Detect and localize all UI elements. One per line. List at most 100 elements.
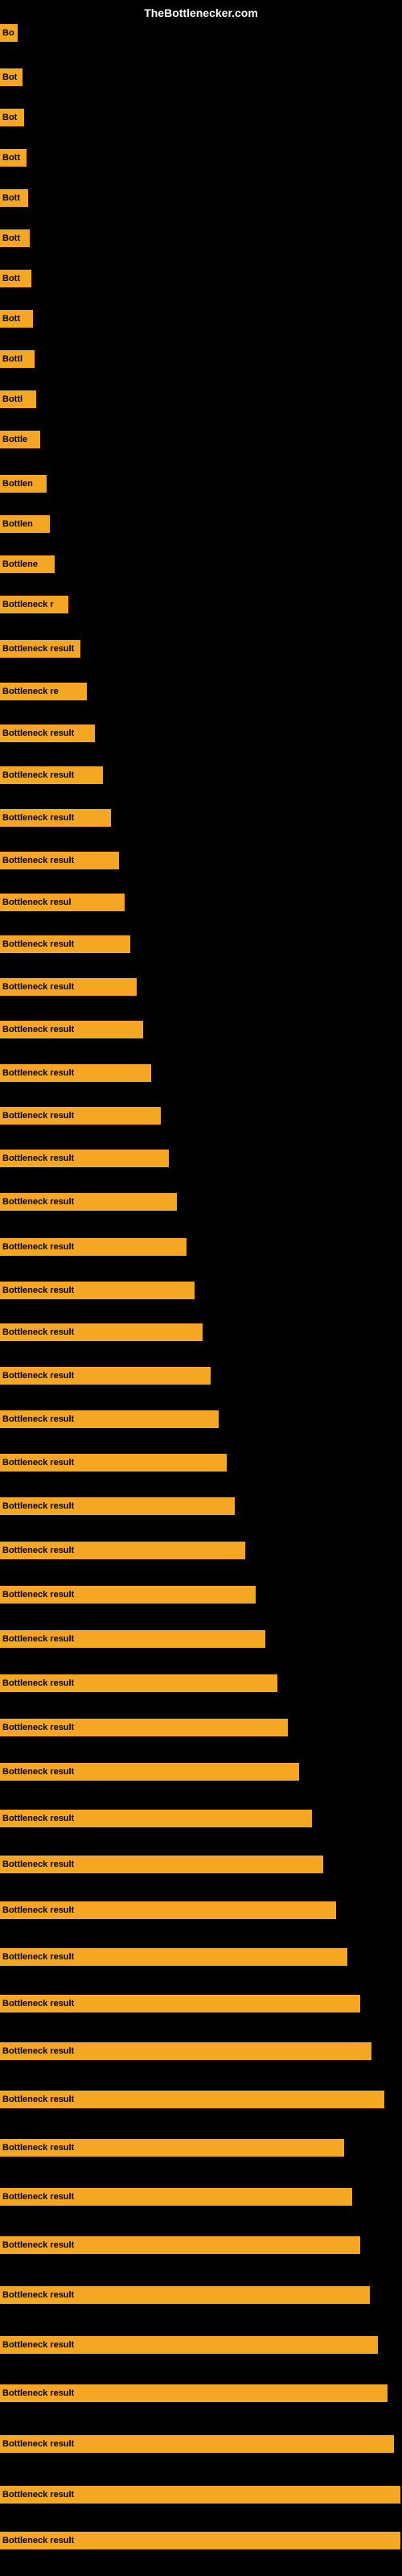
bar-item: Bottleneck result — [0, 1810, 312, 1827]
bar-item: Bottleneck result — [0, 1021, 143, 1038]
bar-item: Bottleneck result — [0, 1193, 177, 1211]
bar-item: Bottleneck result — [0, 1064, 151, 1082]
bar: Bottleneck result — [0, 1150, 169, 1167]
bar-label: Bottleneck result — [2, 729, 74, 738]
bar-label: Bottleneck result — [2, 770, 74, 780]
bar-item: Bottleneck result — [0, 1367, 211, 1385]
bar: Bottleneck result — [0, 1901, 336, 1919]
bar-label: Bottleneck result — [2, 2192, 74, 2202]
bar-label: Bottleneck resul — [2, 898, 72, 907]
bar: Bott — [0, 310, 33, 328]
bar: Bottleneck result — [0, 935, 130, 953]
bar-item: Bot — [0, 109, 24, 126]
bar-item: Bottleneck result — [0, 1282, 195, 1299]
bar-item: Bott — [0, 310, 33, 328]
bar-item: Bottleneck result — [0, 1150, 169, 1167]
bar-item: Bottleneck result — [0, 1410, 219, 1428]
bar-item: Bottlen — [0, 475, 47, 493]
bar: Bottleneck result — [0, 1810, 312, 1827]
bar-label: Bottl — [2, 394, 23, 404]
bar-item: Bott — [0, 270, 31, 287]
bar: Bottleneck result — [0, 2188, 352, 2206]
bar-item: Bottleneck result — [0, 640, 80, 658]
bar-label: Bottleneck result — [2, 1286, 74, 1295]
bar-label: Bottleneck result — [2, 1952, 74, 1962]
bar: Bottleneck result — [0, 1454, 227, 1472]
bar-item: Bottleneck result — [0, 978, 137, 996]
bar: Bottlene — [0, 555, 55, 573]
bar-item: Bottleneck resul — [0, 894, 125, 911]
bar-label: Bott — [2, 193, 20, 203]
bar-label: Bottleneck result — [2, 1814, 74, 1823]
bar-label: Bottleneck result — [2, 2490, 74, 2500]
bar-label: Bott — [2, 274, 20, 283]
bar-item: Bottleneck result — [0, 1454, 227, 1472]
bar-label: Bottleneck result — [2, 1154, 74, 1163]
bar-label: Bo — [2, 28, 14, 38]
bar: Bottleneck result — [0, 2139, 344, 2157]
bar: Bottleneck result — [0, 2042, 371, 2060]
bar-label: Bott — [2, 233, 20, 243]
bar-item: Bottleneck result — [0, 724, 95, 742]
bar: Bottlen — [0, 475, 47, 493]
bar-label: Bottleneck result — [2, 2143, 74, 2153]
bar-label: Bottleneck result — [2, 644, 74, 654]
bar: Bottleneck result — [0, 852, 119, 869]
bar: Bottleneck result — [0, 809, 111, 827]
bar-item: Bottleneck result — [0, 1674, 277, 1692]
bar-item: Bottlene — [0, 555, 55, 573]
bar-item: Bottleneck result — [0, 1995, 360, 2013]
bar-item: Bottleneck result — [0, 2486, 400, 2504]
bar-item: Bottleneck result — [0, 2435, 394, 2453]
bar-label: Bottleneck result — [2, 1197, 74, 1207]
bar-label: Bottleneck result — [2, 1767, 74, 1777]
bar-label: Bottleneck re — [2, 687, 59, 696]
bar-label: Bottleneck result — [2, 1546, 74, 1555]
bar: Bott — [0, 270, 31, 287]
bar-item: Bottleneck result — [0, 1719, 288, 1736]
bar: Bottle — [0, 431, 40, 448]
bar: Bottleneck result — [0, 1542, 245, 1559]
bar-label: Bottleneck result — [2, 1860, 74, 1869]
bar-item: Bottleneck result — [0, 2384, 388, 2402]
bar: Bottleneck result — [0, 2336, 378, 2354]
bar-label: Bottleneck result — [2, 1371, 74, 1381]
bar-item: Bott — [0, 189, 28, 207]
bar: Bottleneck result — [0, 2384, 388, 2402]
bar-label: Bottleneck result — [2, 1590, 74, 1600]
bar-label: Bottleneck result — [2, 813, 74, 823]
bar-label: Bottleneck r — [2, 600, 54, 609]
bar-item: Bottleneck result — [0, 2336, 378, 2354]
site-title: TheBottlenecker.com — [144, 6, 258, 19]
bar-label: Bottl — [2, 354, 23, 364]
bar-label: Bottleneck result — [2, 1025, 74, 1034]
bar: Bottleneck result — [0, 2286, 370, 2304]
bar: Bot — [0, 109, 24, 126]
bar-item: Bottleneck result — [0, 1630, 265, 1648]
bar: Bottleneck re — [0, 683, 87, 700]
bar-item: Bottleneck result — [0, 2042, 371, 2060]
bar: Bottleneck result — [0, 1674, 277, 1692]
bar-label: Bottleneck result — [2, 1905, 74, 1915]
bar-label: Bottleneck result — [2, 856, 74, 865]
bar-label: Bottleneck result — [2, 1678, 74, 1688]
bar: Bottl — [0, 350, 35, 368]
bar-item: Bottleneck result — [0, 1586, 256, 1604]
bar: Bottleneck result — [0, 978, 137, 996]
bar-label: Bottleneck result — [2, 2240, 74, 2250]
bar-label: Bottleneck result — [2, 1723, 74, 1732]
bar-label: Bottleneck result — [2, 1501, 74, 1511]
bar: Bottleneck result — [0, 1763, 299, 1781]
bar-label: Bottleneck result — [2, 1634, 74, 1644]
bar-label: Bottleneck result — [2, 1458, 74, 1468]
bar: Bottleneck result — [0, 1497, 235, 1515]
bar-item: Bottleneck result — [0, 809, 111, 827]
bar: Bottleneck result — [0, 2532, 400, 2549]
bar-item: Bottleneck result — [0, 1948, 347, 1966]
bar: Bottleneck result — [0, 2435, 394, 2453]
bar: Bottleneck result — [0, 1107, 161, 1125]
bar-item: Bottleneck result — [0, 1901, 336, 1919]
bar: Bot — [0, 68, 23, 86]
bar-label: Bottlene — [2, 559, 38, 569]
bar-label: Bottleneck result — [2, 1414, 74, 1424]
